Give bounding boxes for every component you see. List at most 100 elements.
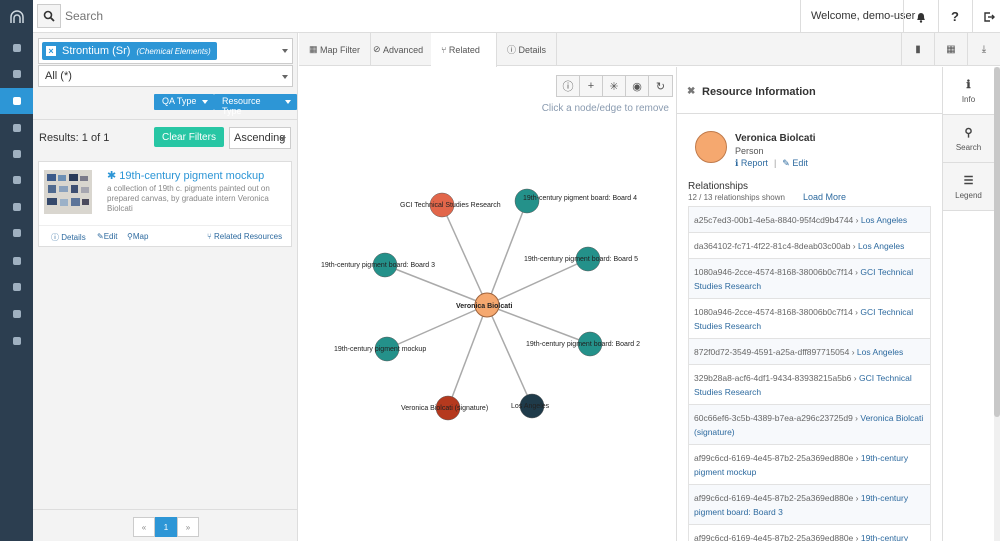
help-button[interactable]: ? (938, 0, 972, 33)
graph-node[interactable] (372, 252, 398, 278)
tab-details[interactable]: ⓘ Details (497, 33, 558, 66)
clear-filters-button[interactable]: Clear Filters (154, 127, 224, 147)
qa-type-button[interactable]: QA Type (154, 94, 215, 110)
info-icon: ⓘ (507, 45, 519, 55)
nav-search-icon[interactable] (0, 88, 33, 114)
search-input[interactable] (65, 6, 265, 26)
relationship-row[interactable]: 60c66ef6-3c5b-4389-b7ea-a296c23725d9 › V… (688, 404, 931, 444)
resource-info-panel: ✖ Resource Information Veronica Biolcati… (676, 67, 942, 541)
result-related-link[interactable]: ⑂ Related Resources (207, 232, 282, 241)
relationship-target-link[interactable]: Los Angeles (857, 347, 903, 357)
relationship-id: af99c6cd-6169-4e45-87b2-25a369ed880e (694, 453, 854, 463)
download-button[interactable]: ⤓ (967, 33, 1000, 66)
nav-database-icon[interactable] (0, 328, 33, 354)
sidenav-legend[interactable]: ☰ Legend (943, 163, 994, 211)
qa-type-label: QA Type (162, 96, 197, 106)
relationship-row[interactable]: 872f0d72-3549-4591-a25a-dff897715054 › L… (688, 338, 931, 364)
remove-tag-icon[interactable]: × (46, 46, 56, 56)
sidenav-info[interactable]: ℹ Info (943, 67, 994, 115)
graph-edge[interactable] (441, 204, 488, 306)
tab-related[interactable]: ⑂ Related (431, 33, 497, 67)
chevron-down-icon[interactable] (282, 49, 288, 53)
relationship-target-link[interactable]: Los Angeles (858, 241, 904, 251)
result-title[interactable]: ✱ 19th-century pigment mockup (107, 169, 264, 182)
report-link[interactable]: ℹ Report (735, 158, 768, 169)
nav-image-icon[interactable] (0, 301, 33, 327)
term-filter-box[interactable]: × Strontium (Sr) (Chemical Elements) (38, 38, 293, 64)
app-logo[interactable] (0, 0, 33, 33)
graph-edge[interactable] (386, 304, 488, 350)
search-scope-select[interactable]: All (*) (38, 65, 293, 87)
nav-book-icon[interactable] (0, 248, 33, 274)
graph-edge[interactable] (486, 304, 591, 345)
page-next-button[interactable]: » (177, 517, 199, 537)
graph-edge[interactable] (447, 304, 488, 409)
panel-scrollbar[interactable] (994, 67, 1000, 541)
sort-order-select[interactable]: Ascending (229, 127, 291, 149)
graph-info-button[interactable]: ⓘ (557, 76, 580, 96)
relationship-row[interactable]: da364102-fc71-4f22-81c4-8deab03c00ab › L… (688, 232, 931, 258)
graph-layout-button[interactable]: ✳ (603, 76, 626, 96)
result-map-link[interactable]: ⚲Map (127, 232, 148, 241)
nav-settings-icon[interactable] (0, 274, 33, 300)
graph-node[interactable] (575, 246, 601, 272)
result-details-link[interactable]: ⓘ Details (51, 232, 86, 243)
graph-node[interactable] (374, 336, 400, 362)
graph-node[interactable] (435, 395, 461, 421)
graph-center-node[interactable] (474, 292, 500, 318)
edit-link[interactable]: ✎ Edit (782, 158, 808, 169)
nav-dashboard-icon[interactable] (0, 61, 33, 87)
graph-node-label: 19th-century pigment board: Board 2 (526, 341, 640, 348)
relationship-row[interactable]: af99c6cd-6169-4e45-87b2-25a369ed880e › 1… (688, 484, 931, 524)
related-link-label: Related Resources (214, 232, 283, 241)
nav-home-icon[interactable] (0, 35, 33, 61)
close-icon[interactable]: ✖ (687, 86, 695, 97)
sign-out-icon (984, 11, 995, 22)
page-number-button[interactable]: 1 (155, 517, 177, 537)
graph-visibility-button[interactable]: ◉ (626, 76, 649, 96)
load-more-link[interactable]: Load More (803, 192, 846, 202)
relationship-target-link[interactable]: Los Angeles (861, 215, 907, 225)
graph-node[interactable] (577, 331, 603, 357)
nav-bookmark-icon[interactable] (0, 141, 33, 167)
relationship-row[interactable]: 1080a946-2cce-4574-8168-38006b0c7f14 › G… (688, 298, 931, 338)
relationship-row[interactable]: af99c6cd-6169-4e45-87b2-25a369ed880e › 1… (688, 524, 931, 541)
related-resources-graph[interactable]: ⓘ + ✳ ◉ ↻ Click a node/edge to remove GC… (299, 67, 676, 541)
chevron-right-icon: › (853, 453, 861, 463)
nav-resources-icon[interactable] (0, 115, 33, 141)
resource-type-button[interactable]: Resource Type (214, 94, 297, 116)
nav-list-icon[interactable] (0, 167, 33, 193)
search-result-card[interactable]: ✱ 19th-century pigment mockup a collecti… (38, 161, 292, 247)
top-bar: Welcome, demo-user ? (33, 0, 1000, 33)
nav-mobile-icon[interactable] (0, 194, 33, 220)
notifications-button[interactable] (904, 0, 938, 33)
nav-user-icon[interactable] (0, 220, 33, 246)
graph-node[interactable] (514, 188, 540, 214)
calendar-button[interactable]: ▦ (934, 33, 967, 66)
graph-zoom-in-button[interactable]: + (580, 76, 603, 96)
scrollbar-thumb[interactable] (994, 67, 1000, 417)
relationship-target-link[interactable]: 19th-century (861, 533, 908, 541)
relationship-row[interactable]: 1080a946-2cce-4574-8168-38006b0c7f14 › G… (688, 258, 931, 298)
sidenav-search[interactable]: ⚲ Search (943, 115, 994, 163)
graph-node[interactable] (429, 192, 455, 218)
tab-advanced[interactable]: ⊘ Advanced (363, 33, 435, 66)
relationship-id: 872f0d72-3549-4591-a25a-dff897715054 (694, 347, 850, 357)
relationship-row[interactable]: af99c6cd-6169-4e45-87b2-25a369ed880e › 1… (688, 444, 931, 484)
relationship-row[interactable]: 329b28a8-acf6-4df1-9434-83938215a5b6 › G… (688, 364, 931, 404)
graph-refresh-button[interactable]: ↻ (649, 76, 672, 96)
search-button[interactable] (37, 4, 61, 28)
fork-icon: ⑂ (441, 45, 449, 55)
page-prev-button[interactable]: « (133, 517, 155, 537)
graph-node[interactable] (519, 393, 545, 419)
filter-tag: × Strontium (Sr) (Chemical Elements) (42, 42, 217, 60)
graph-edge[interactable] (486, 258, 589, 306)
graph-edge[interactable] (384, 264, 488, 306)
bookmark-button[interactable]: ▮ (901, 33, 934, 66)
graph-edge[interactable] (486, 200, 528, 306)
result-edit-link[interactable]: ✎Edit (97, 232, 118, 241)
logout-button[interactable] (972, 0, 1000, 33)
graph-edge[interactable] (486, 304, 533, 407)
tab-map-filter[interactable]: ▦ Map Filter (299, 33, 372, 66)
relationship-row[interactable]: a25c7ed3-00b1-4e5a-8840-95f4cd9b4744 › L… (688, 206, 931, 232)
